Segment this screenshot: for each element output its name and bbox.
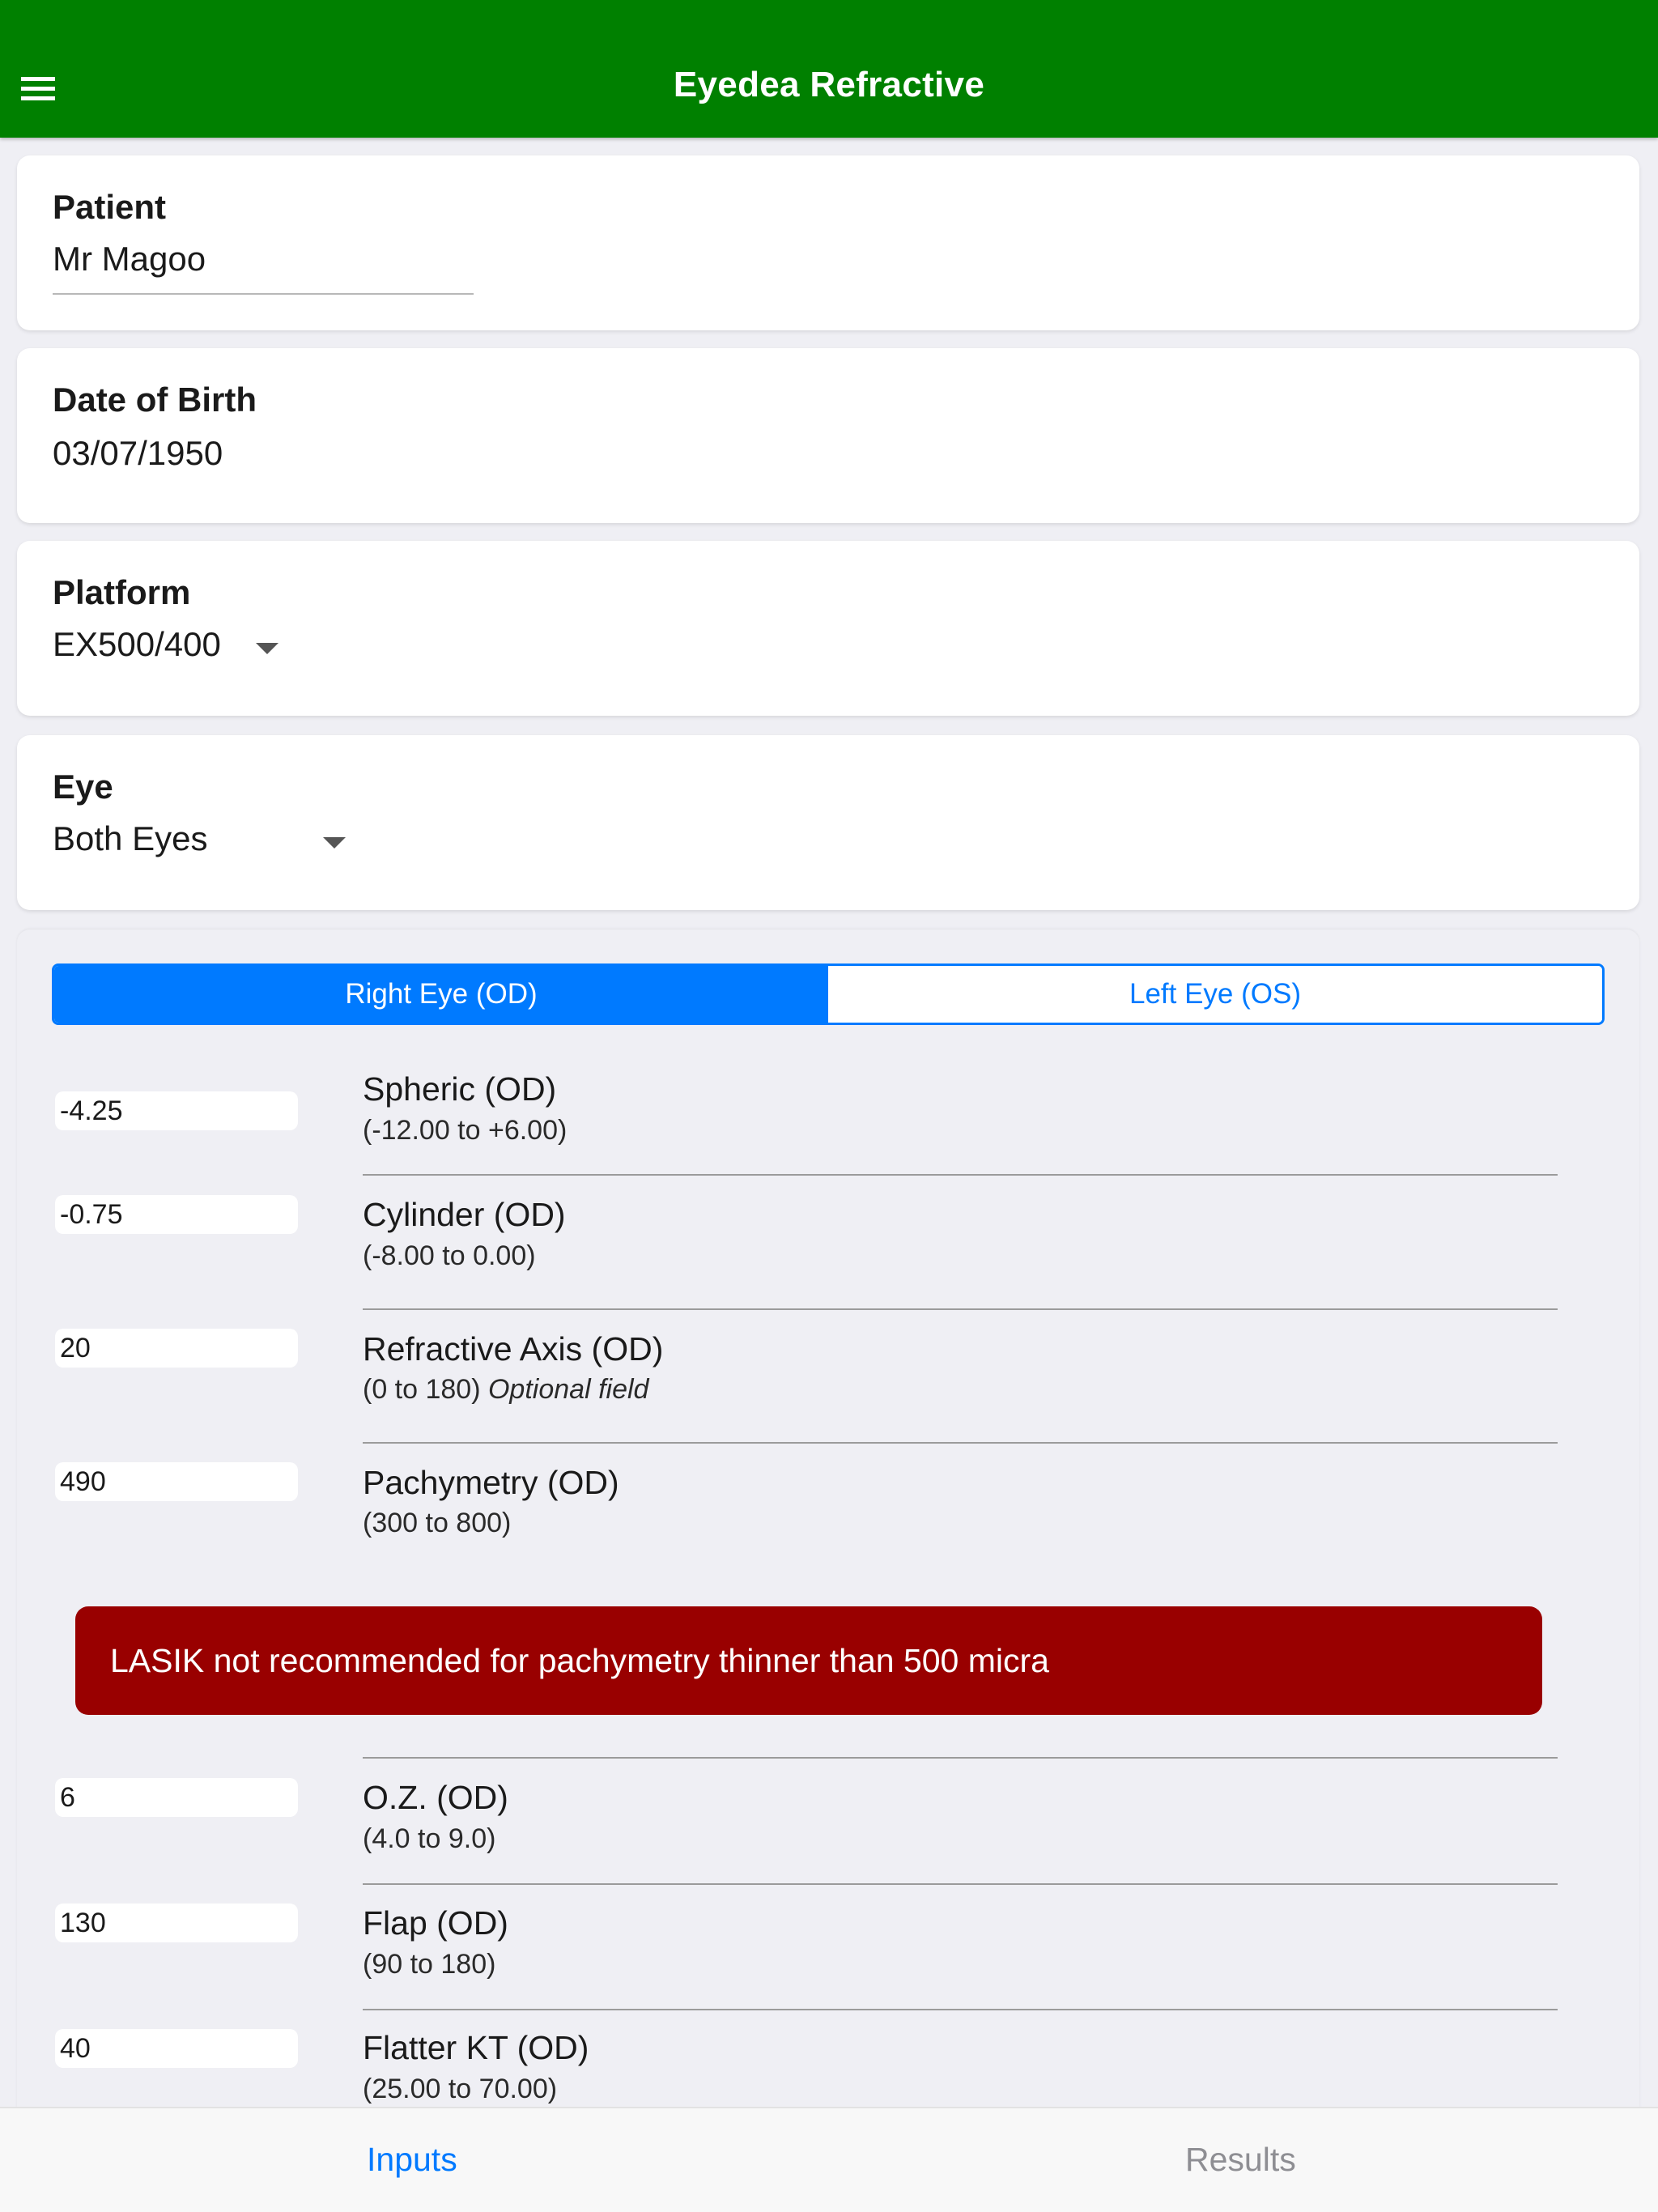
dob-card: Date of Birth 03/07/1950	[17, 348, 1639, 523]
app-bar: Eyedea Refractive	[0, 0, 1658, 138]
divider	[363, 1174, 1558, 1176]
platform-select[interactable]: EX500/400	[53, 625, 221, 664]
segment-left-eye[interactable]: Left Eye (OS)	[828, 966, 1602, 1023]
flatter-kt-label: Flatter KT (OD)	[363, 2029, 589, 2066]
eye-segmented-control: Right Eye (OD) Left Eye (OS)	[52, 963, 1605, 1025]
pachymetry-range: (300 to 800)	[363, 1508, 512, 1538]
dob-label: Date of Birth	[53, 381, 257, 419]
refractive-axis-input[interactable]	[55, 1329, 298, 1368]
oz-input[interactable]	[55, 1778, 298, 1817]
platform-label: Platform	[53, 573, 191, 611]
patient-card: Patient Mr Magoo	[17, 155, 1639, 330]
bottom-tab-bar: Inputs Results	[0, 2107, 1658, 2212]
app-title: Eyedea Refractive	[673, 65, 985, 104]
platform-card: Platform EX500/400	[17, 541, 1639, 716]
tab-results[interactable]: Results	[1185, 2141, 1296, 2179]
patient-input-underline	[53, 293, 474, 295]
divider	[363, 1757, 1558, 1759]
flatter-kt-range: (25.00 to 70.00)	[363, 2074, 558, 2104]
pachymetry-warning-banner: LASIK not recommended for pachymetry thi…	[75, 1606, 1542, 1715]
optional-field-note: Optional field	[487, 1374, 649, 1405]
oz-range: (4.0 to 9.0)	[363, 1823, 496, 1854]
divider	[363, 1442, 1558, 1444]
segment-right-eye[interactable]: Right Eye (OD)	[54, 966, 828, 1023]
cylinder-input[interactable]	[55, 1195, 298, 1234]
eye-card: Eye Both Eyes	[17, 735, 1639, 910]
chevron-down-icon[interactable]	[256, 643, 278, 654]
flap-input[interactable]	[55, 1904, 298, 1942]
refractive-axis-range: (0 to 180) Optional field	[363, 1374, 649, 1405]
refractive-axis-label: Refractive Axis (OD)	[363, 1330, 664, 1368]
eye-select[interactable]: Both Eyes	[53, 819, 207, 858]
patient-name-input[interactable]: Mr Magoo	[53, 240, 206, 279]
chevron-down-icon[interactable]	[323, 837, 346, 849]
flatter-kt-input[interactable]	[55, 2029, 298, 2068]
flap-label: Flap (OD)	[363, 1904, 508, 1942]
tab-inputs[interactable]: Inputs	[367, 2141, 457, 2179]
spheric-label: Spheric (OD)	[363, 1070, 557, 1108]
pachymetry-label: Pachymetry (OD)	[363, 1464, 619, 1501]
cylinder-range: (-8.00 to 0.00)	[363, 1240, 536, 1271]
cylinder-label: Cylinder (OD)	[363, 1196, 566, 1233]
divider	[363, 1308, 1558, 1310]
spheric-range: (-12.00 to +6.00)	[363, 1115, 568, 1146]
flap-range: (90 to 180)	[363, 1949, 496, 1980]
divider	[363, 2009, 1558, 2010]
dob-input[interactable]: 03/07/1950	[53, 434, 223, 473]
pachymetry-input[interactable]	[55, 1462, 298, 1501]
oz-label: O.Z. (OD)	[363, 1779, 508, 1816]
divider	[363, 1883, 1558, 1885]
spheric-input[interactable]	[55, 1091, 298, 1130]
eye-label: Eye	[53, 768, 113, 806]
patient-label: Patient	[53, 188, 167, 226]
